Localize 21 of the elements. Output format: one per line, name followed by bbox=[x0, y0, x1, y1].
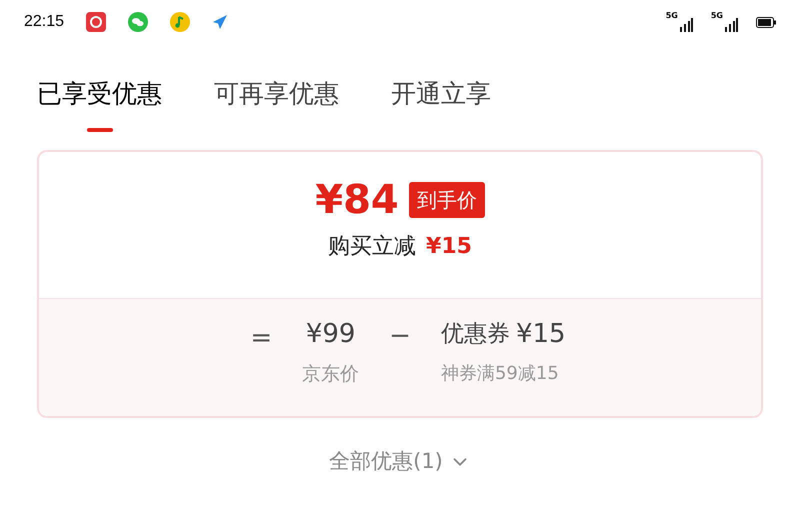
all-offers-button[interactable]: 全部优惠(1) bbox=[329, 446, 471, 478]
status-time: 22:15 bbox=[24, 12, 64, 32]
send-icon bbox=[212, 14, 228, 30]
app-icon bbox=[86, 12, 106, 32]
chat-icon bbox=[128, 12, 148, 32]
tab[interactable]: 可再享优惠 bbox=[214, 74, 339, 134]
equals-sign: = bbox=[250, 322, 272, 355]
final-price: ¥84 bbox=[315, 180, 399, 220]
tab[interactable]: 开通立享 bbox=[391, 74, 491, 134]
battery-icon bbox=[756, 16, 776, 28]
coupon-label: 优惠券 bbox=[440, 320, 510, 350]
tab[interactable]: 已享受优惠 bbox=[37, 74, 162, 134]
discount-label: 购买立减 bbox=[328, 233, 416, 261]
coupon-note: 神券满59减15 bbox=[440, 362, 559, 386]
discount-value: ¥15 bbox=[426, 233, 472, 261]
original-price: ¥99 bbox=[306, 318, 356, 351]
minus-sign: − bbox=[389, 320, 411, 353]
price-tag: 到手价 bbox=[408, 182, 485, 218]
coupon-value: ¥15 bbox=[516, 318, 566, 351]
original-price-label: 京东价 bbox=[302, 362, 360, 387]
music-icon bbox=[170, 12, 190, 32]
